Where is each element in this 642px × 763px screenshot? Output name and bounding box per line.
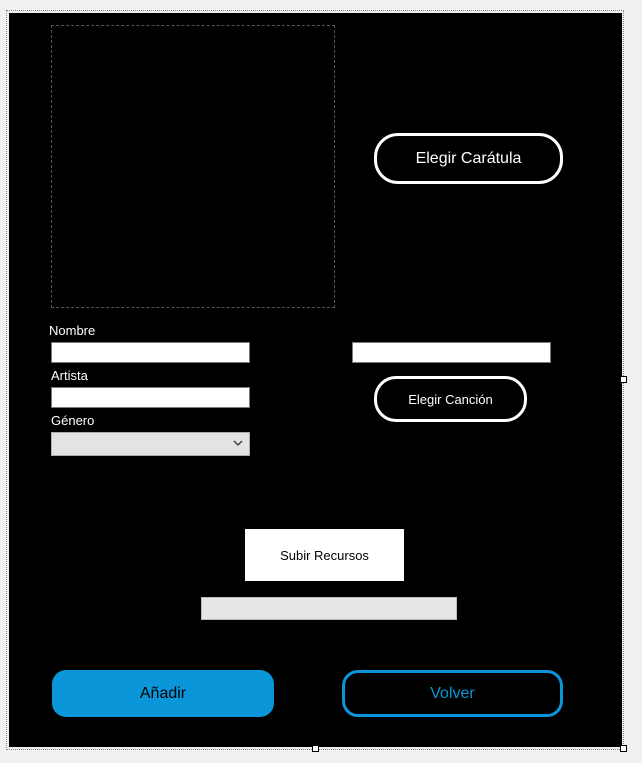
cover-image-box [51, 25, 335, 308]
resize-handle-bottom[interactable] [312, 745, 319, 752]
name-label: Nombre [49, 323, 96, 338]
choose-cover-button[interactable]: Elegir Carátula [374, 133, 563, 184]
designer-surface: Elegir Carátula Nombre Artista Elegir Ca… [0, 0, 642, 763]
upload-resources-button[interactable]: Subir Recursos [245, 529, 404, 581]
resize-handle-corner[interactable] [620, 745, 627, 752]
resize-handle-right[interactable] [620, 376, 627, 383]
add-button[interactable]: Añadir [52, 670, 274, 717]
genre-label: Género [51, 413, 95, 428]
artist-label: Artista [51, 368, 88, 383]
back-button[interactable]: Volver [342, 670, 563, 717]
name-field[interactable] [51, 342, 250, 363]
upload-progress-bar [201, 597, 457, 620]
song-path-field[interactable] [352, 342, 551, 363]
chevron-down-icon [233, 440, 243, 446]
genre-dropdown[interactable] [51, 432, 250, 456]
artist-field[interactable] [51, 387, 250, 408]
choose-song-button[interactable]: Elegir Canción [374, 376, 527, 422]
